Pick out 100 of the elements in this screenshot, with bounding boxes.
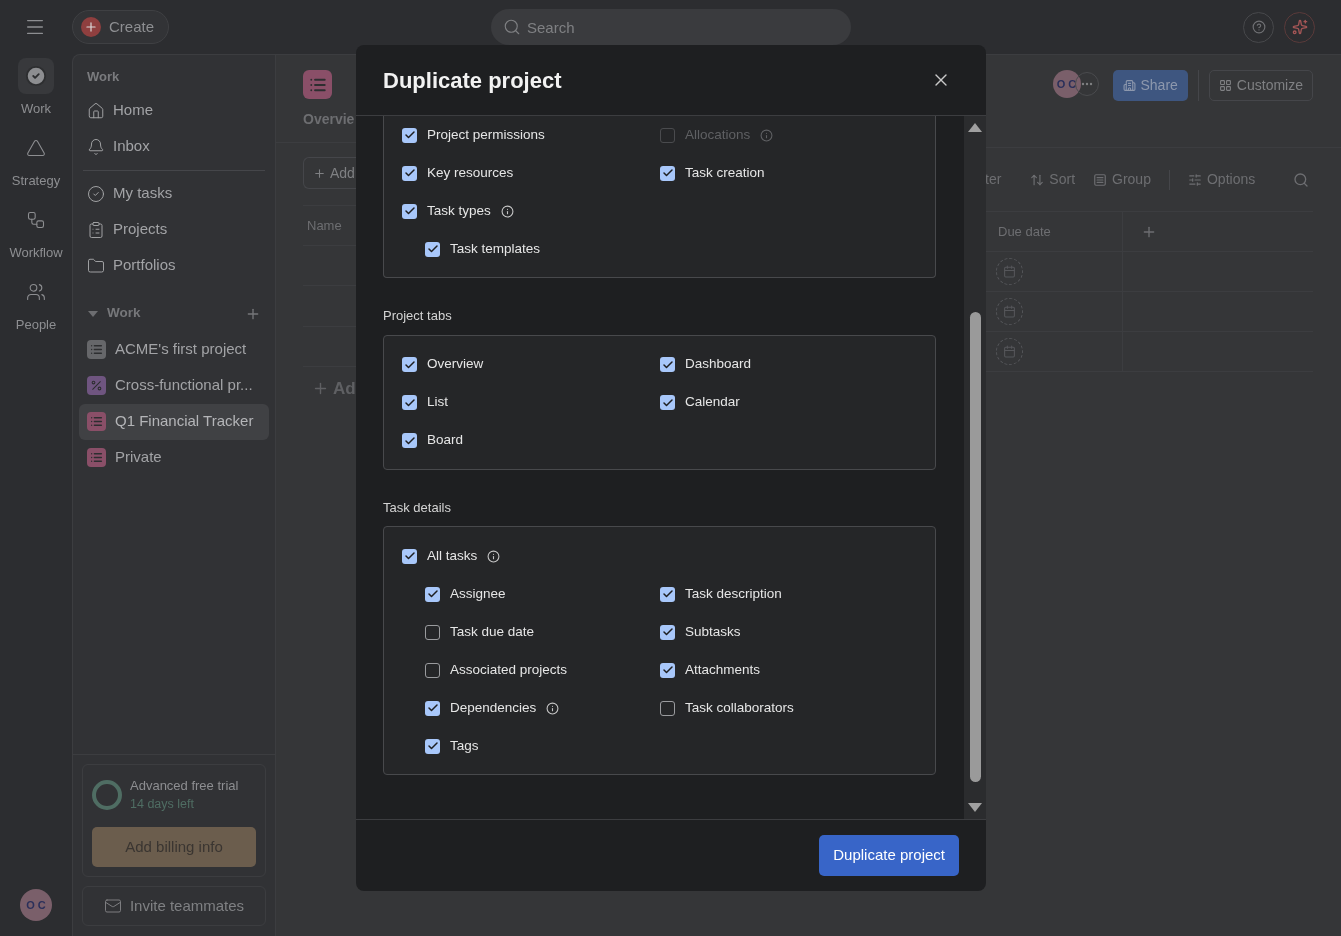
customize-button[interactable]: Customize (1208, 70, 1313, 101)
group-button[interactable]: Group (1093, 169, 1151, 190)
section-label[interactable]: Work (107, 303, 141, 324)
checkbox[interactable] (660, 624, 675, 640)
sidebar-item[interactable]: Inbox (83, 128, 265, 165)
checkbox[interactable] (660, 662, 675, 678)
user-avatar[interactable]: O C (1052, 70, 1081, 98)
mail-icon (103, 897, 122, 915)
scrollbar[interactable] (964, 116, 986, 819)
scrollbar-thumb[interactable] (969, 312, 981, 782)
checkbox[interactable] (402, 433, 417, 448)
checkbox[interactable] (402, 548, 417, 564)
rail-item[interactable]: Strategy (11, 130, 61, 202)
option-label: Task creation (685, 163, 765, 182)
option-label: Task due date (450, 622, 535, 641)
section-heading: Project tabs (383, 307, 453, 325)
create-button[interactable]: Create (72, 10, 170, 44)
sliders-icon (1187, 172, 1202, 187)
sidebar-item[interactable]: Portfolios (83, 247, 265, 284)
scroll-down-icon[interactable] (968, 803, 982, 813)
checkbox[interactable] (425, 241, 440, 257)
checkbox[interactable] (425, 624, 440, 640)
rail-item[interactable]: People (15, 274, 57, 346)
check-circle-icon (25, 65, 47, 87)
dialog-title: Duplicate project (383, 66, 562, 95)
checkbox[interactable] (660, 395, 675, 410)
folder-icon (87, 256, 105, 275)
checkbox[interactable] (660, 586, 675, 602)
plus-icon (81, 17, 101, 37)
people-icon (26, 282, 46, 302)
option-label: Key resources (427, 163, 514, 182)
checkbox[interactable] (402, 127, 417, 143)
home-icon (87, 101, 105, 120)
invite-button[interactable]: Invite teammates (82, 886, 266, 926)
option-label: Attachments (685, 660, 761, 679)
options-button[interactable]: Options (1187, 169, 1256, 190)
checkbox[interactable] (660, 357, 675, 372)
project-item[interactable]: Private (79, 439, 269, 476)
trial-days: 14 days left (130, 795, 239, 814)
option-label: Associated projects (450, 660, 568, 679)
checkbox[interactable] (425, 662, 440, 678)
info-icon[interactable] (487, 549, 501, 563)
project-item[interactable]: Q1 Financial Tracker (79, 403, 269, 440)
option-label: Board (427, 431, 464, 450)
option-label: Overview (427, 355, 484, 374)
filter-button[interactable]: ter (986, 169, 1002, 190)
sidebar-item[interactable]: Projects (83, 211, 265, 248)
project-item[interactable]: Cross-functional pr... (79, 367, 269, 404)
clipboard-icon (87, 220, 105, 239)
option-label: Task description (685, 584, 782, 603)
project-list-icon (303, 70, 332, 99)
search-icon (503, 18, 521, 36)
option-label: Calendar (685, 393, 740, 412)
option-label: Dependencies (450, 698, 537, 717)
scroll-up-icon[interactable] (968, 122, 982, 132)
search-field[interactable]: Search (491, 9, 851, 45)
option-label: Allocations (685, 125, 751, 144)
rail-item[interactable]: Workflow (9, 202, 63, 274)
checkbox[interactable] (402, 357, 417, 372)
checkbox[interactable] (402, 165, 417, 181)
sidebar-item[interactable]: Home (83, 92, 265, 129)
option-label: Task types (427, 201, 491, 220)
grid-icon (1218, 79, 1232, 92)
option-label: Project permissions (427, 125, 545, 144)
help-icon (1251, 20, 1266, 34)
sidebar-item[interactable]: My tasks (83, 175, 265, 212)
checkbox[interactable] (402, 395, 417, 410)
sort-icon (1030, 172, 1045, 187)
section-heading: Task details (383, 498, 452, 517)
sort-button[interactable]: Sort (1030, 169, 1076, 190)
option-label: Tags (450, 736, 479, 755)
checkbox[interactable] (425, 586, 440, 602)
checkbox[interactable] (660, 165, 675, 181)
list-icon (1093, 172, 1108, 187)
user-avatar[interactable]: O C (20, 889, 52, 921)
overview-tab[interactable]: Overvie (303, 109, 355, 130)
sidebar-heading: Work (86, 68, 121, 86)
checkbox[interactable] (425, 738, 440, 754)
checkbox[interactable] (660, 700, 675, 716)
triangle-icon (26, 138, 46, 158)
project-item[interactable]: ACME's first project (79, 331, 269, 368)
search-icon[interactable] (1293, 171, 1309, 188)
option-label: Subtasks (685, 622, 741, 641)
option-label: All tasks (427, 546, 478, 565)
progress-ring-icon (92, 779, 122, 810)
option-label: Dashboard (685, 355, 752, 374)
sparkle-icon (1291, 19, 1308, 35)
option-label: Assignee (450, 584, 506, 603)
check-circle-icon (87, 184, 105, 203)
duplicate-button[interactable]: Duplicate project (819, 835, 959, 876)
column-header: Name (306, 216, 342, 235)
info-icon[interactable] (500, 204, 514, 218)
building-icon (1122, 79, 1136, 92)
bell-icon (87, 137, 105, 156)
trial-title: Advanced free trial (130, 776, 239, 795)
checkbox[interactable] (425, 700, 440, 716)
share-button[interactable]: Share (1112, 70, 1188, 101)
column-header: Due date (998, 222, 1051, 241)
info-icon[interactable] (546, 701, 560, 715)
checkbox[interactable] (402, 203, 417, 219)
